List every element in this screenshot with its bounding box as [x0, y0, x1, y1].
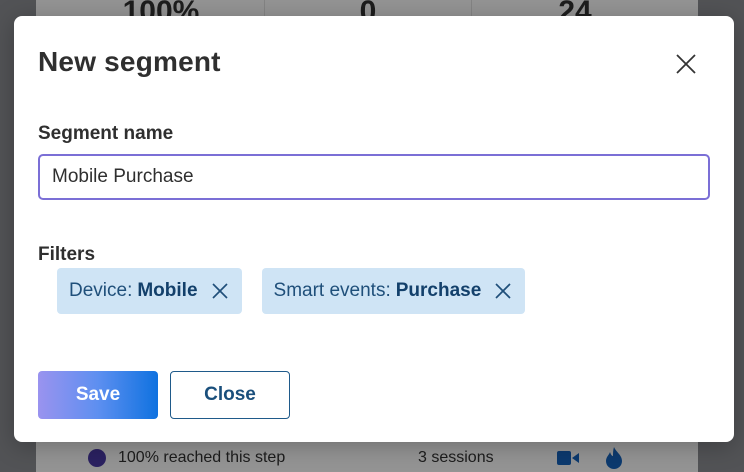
new-segment-dialog: New segment Segment name Filters Device:…	[14, 16, 734, 442]
filter-chip-smart-events: Smart events: Purchase	[261, 268, 526, 314]
filter-chip-value: Mobile	[137, 280, 198, 301]
dialog-title: New segment	[38, 46, 221, 77]
segment-name-label: Segment name	[38, 123, 174, 144]
segment-name-input[interactable]	[38, 154, 710, 200]
filter-chip-key: Smart events:	[273, 280, 391, 301]
filter-chip-value: Purchase	[395, 280, 482, 301]
filter-chips: Device: Mobile Smart events: Purchase	[57, 268, 545, 314]
filters-label: Filters	[38, 244, 96, 265]
remove-filter-icon[interactable]	[211, 282, 229, 300]
close-button[interactable]: Close	[170, 371, 290, 419]
filter-chip-key: Device:	[69, 280, 133, 301]
remove-filter-icon[interactable]	[494, 282, 512, 300]
close-icon[interactable]	[674, 52, 698, 76]
save-button[interactable]: Save	[38, 371, 158, 419]
filter-chip-device: Device: Mobile	[57, 268, 242, 314]
